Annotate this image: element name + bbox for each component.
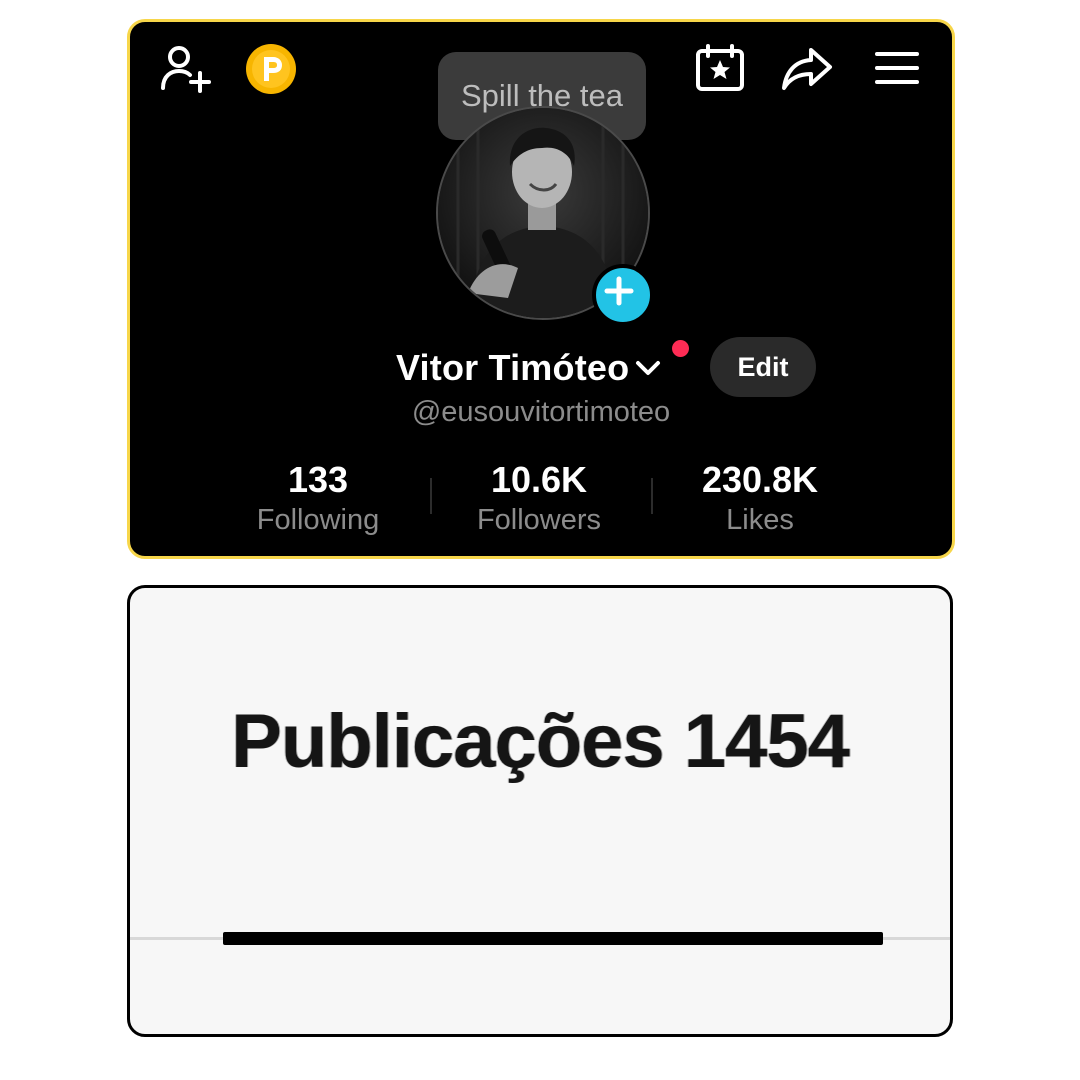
- stat-following[interactable]: 133 Following: [218, 458, 418, 538]
- followers-count: 10.6K: [490, 459, 588, 500]
- posts-tab[interactable]: Publicações 1454: [130, 698, 950, 785]
- following-count: 133: [287, 459, 349, 500]
- following-label: Following: [256, 504, 380, 536]
- stat-likes[interactable]: 230.8K Likes: [660, 458, 860, 538]
- likes-label: Likes: [726, 504, 794, 536]
- plus-icon: [604, 276, 634, 306]
- notification-dot: [672, 340, 689, 357]
- menu-icon[interactable]: [875, 50, 919, 86]
- share-icon[interactable]: [781, 46, 833, 92]
- posts-tab-card: Publicações 1454: [127, 585, 953, 1037]
- coin-icon[interactable]: [245, 43, 297, 95]
- posts-tab-label: Publicações 1454: [231, 699, 850, 784]
- active-tab-indicator: [223, 932, 883, 945]
- add-story-button[interactable]: [592, 264, 654, 326]
- display-name: Vitor Timóteo: [396, 347, 630, 388]
- profile-header-card: Spill the tea Vitor Timóteo Edit @eusouv…: [127, 19, 955, 559]
- chevron-down-icon[interactable]: [633, 353, 663, 383]
- username: @eusouvitortimoteo: [411, 396, 671, 428]
- stat-followers[interactable]: 10.6K Followers: [439, 458, 639, 538]
- edit-profile-button[interactable]: Edit: [710, 337, 816, 397]
- likes-count: 230.8K: [701, 459, 819, 500]
- stat-divider: [651, 478, 653, 514]
- followers-label: Followers: [476, 504, 602, 536]
- calendar-star-icon[interactable]: [695, 44, 745, 92]
- stat-divider: [430, 478, 432, 514]
- add-friend-icon[interactable]: [160, 44, 212, 94]
- display-name-row[interactable]: Vitor Timóteo: [396, 342, 663, 394]
